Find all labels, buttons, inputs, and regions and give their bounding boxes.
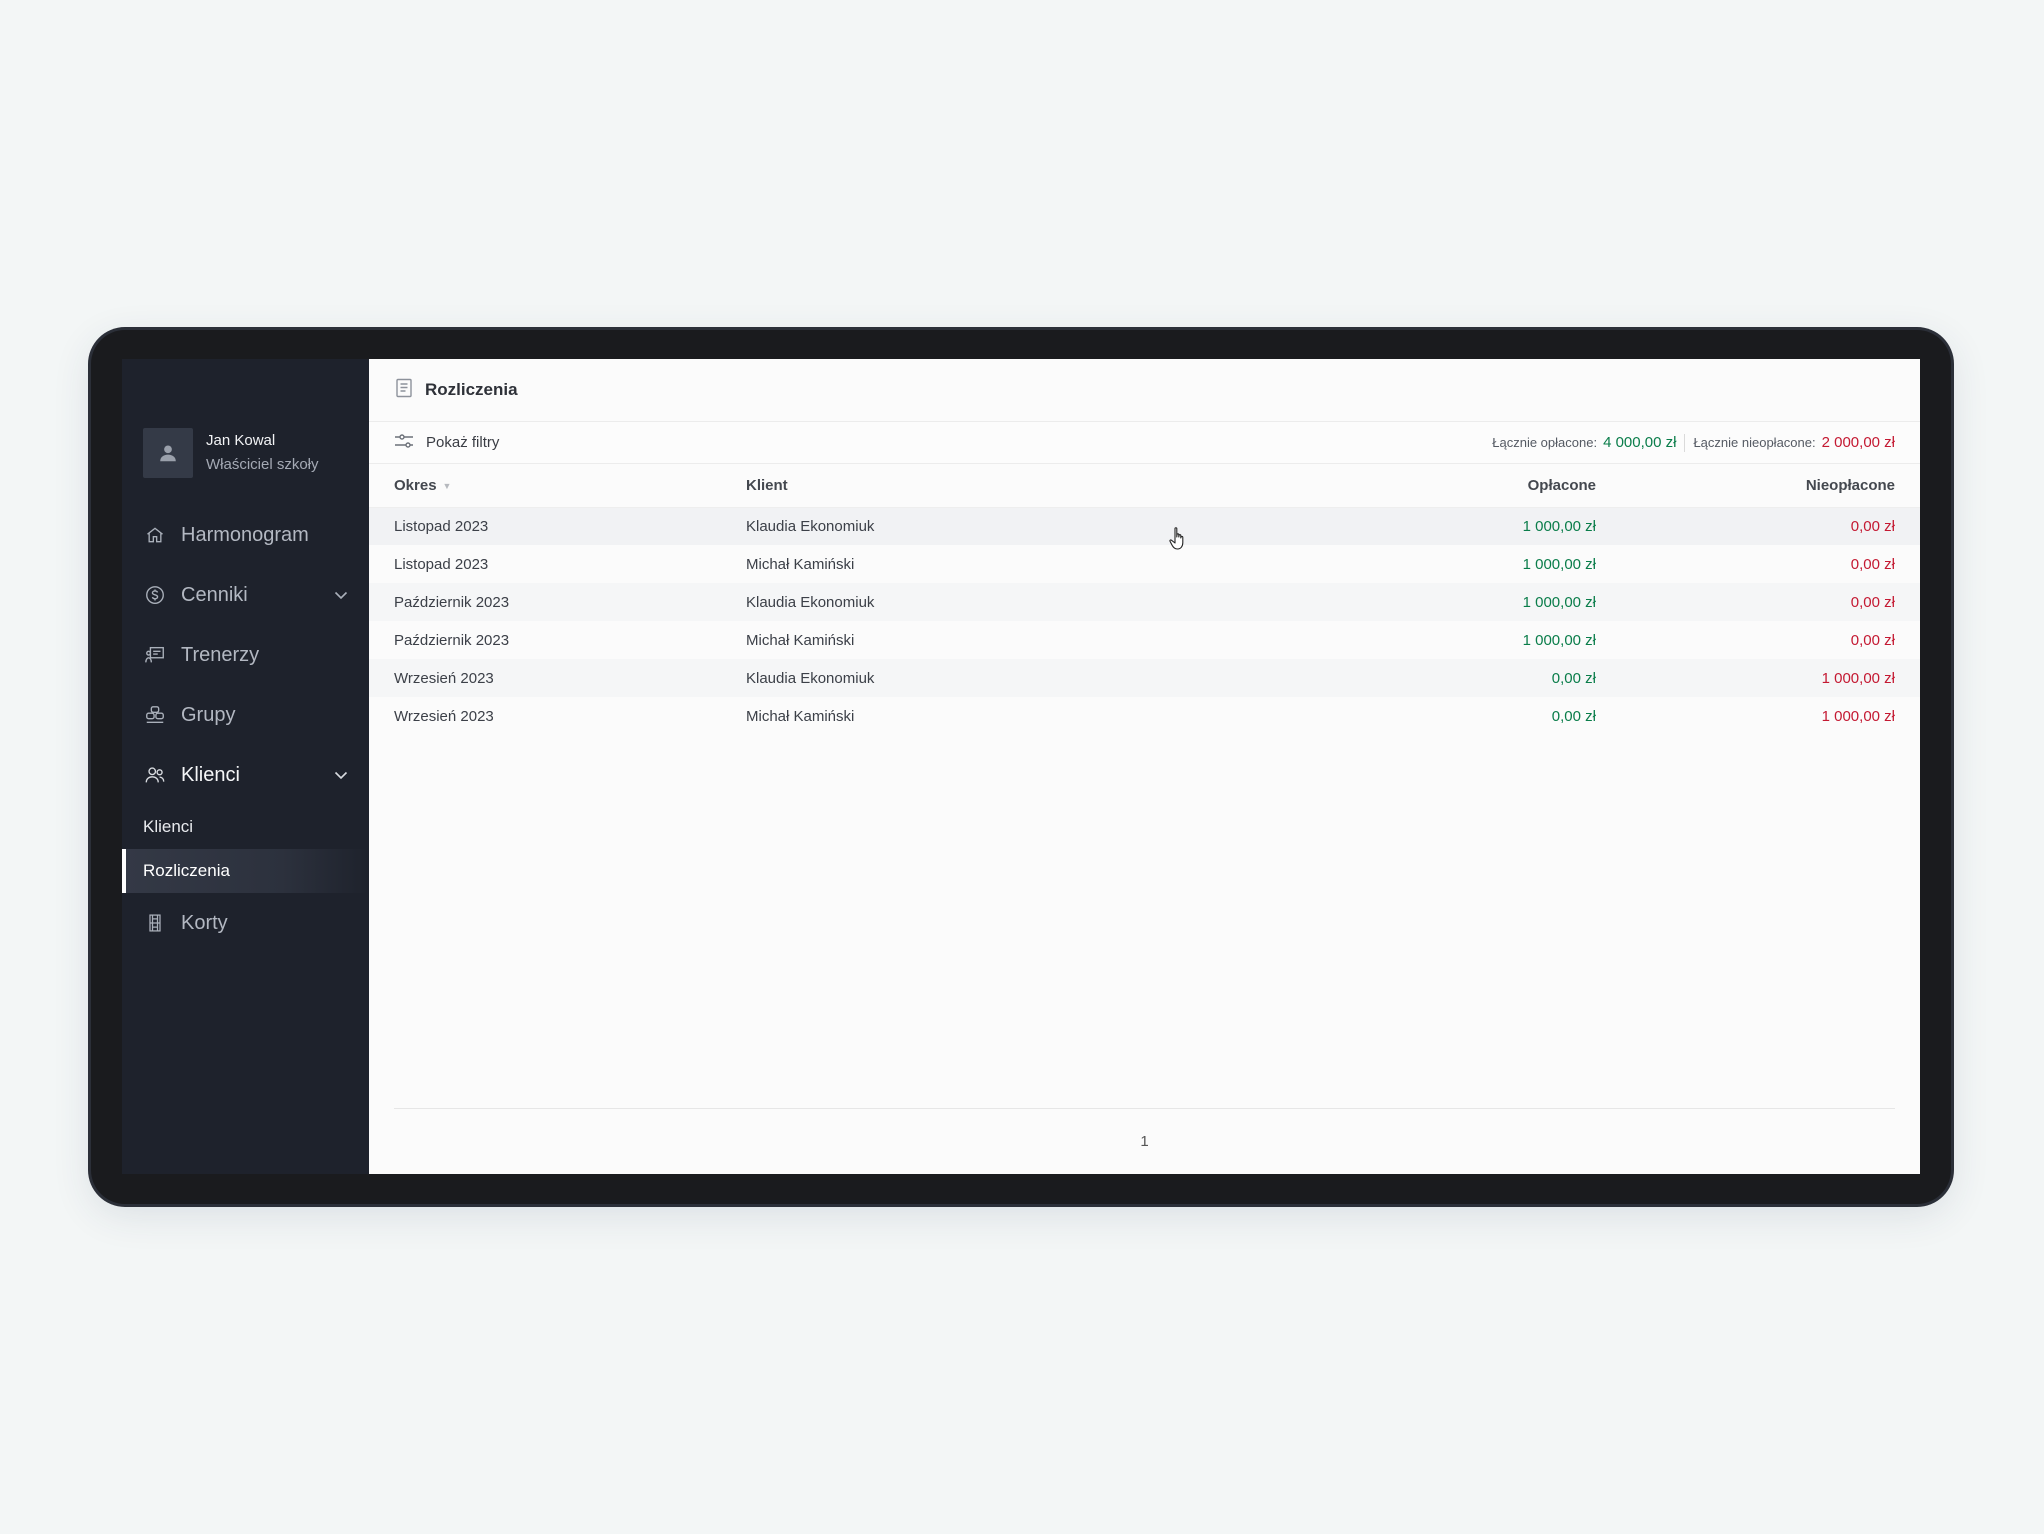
- show-filters-label: Pokaż filtry: [426, 434, 500, 451]
- chevron-down-icon[interactable]: [333, 586, 349, 609]
- cell-unpaid: 1 000,00 zł: [1596, 659, 1920, 697]
- avatar: [143, 428, 193, 478]
- user-profile[interactable]: Jan Kowal Właściciel szkoły: [143, 428, 319, 478]
- user-name: Jan Kowal: [206, 432, 276, 449]
- column-header-okres[interactable]: Okres ▼: [369, 464, 746, 508]
- cell-client: Klaudia Ekonomiuk: [746, 507, 1314, 545]
- cell-unpaid: 0,00 zł: [1596, 507, 1920, 545]
- cell-period: Październik 2023: [369, 621, 746, 659]
- total-unpaid-label: Łącznie nieopłacone:: [1693, 435, 1816, 450]
- cell-period: Październik 2023: [369, 583, 746, 621]
- table-header-row: Okres ▼ Klient Opłacone Nieopłacone: [369, 464, 1920, 508]
- device-frame: Jan Kowal Właściciel szkoły Harmonogram …: [91, 330, 1951, 1204]
- sidebar-item-label: Cenniki: [181, 583, 248, 606]
- cell-paid: 1 000,00 zł: [1314, 545, 1596, 583]
- sidebar-item-trenerzy[interactable]: Trenerzy: [122, 625, 369, 685]
- court-icon: [143, 911, 167, 935]
- cell-paid: 0,00 zł: [1314, 659, 1596, 697]
- pagination: 1: [394, 1108, 1895, 1174]
- column-header-nieoplacone[interactable]: Nieopłacone: [1596, 464, 1920, 508]
- hand-cursor-icon: [1169, 527, 1184, 550]
- sidebar-item-label: Harmonogram: [181, 523, 309, 546]
- sidebar-subitem-label: Rozliczenia: [143, 861, 230, 880]
- sliders-icon: [394, 433, 414, 453]
- sidebar-item-label: Grupy: [181, 703, 236, 726]
- sidebar-subitem-klienci[interactable]: Klienci: [122, 805, 369, 849]
- divider: [1684, 433, 1686, 452]
- cell-unpaid: 1 000,00 zł: [1596, 697, 1920, 735]
- sort-down-icon[interactable]: ▼: [443, 481, 452, 491]
- main-content: Rozliczenia Pokaż filtry Łącznie opłacon…: [369, 359, 1920, 1174]
- cell-client: Klaudia Ekonomiuk: [746, 659, 1314, 697]
- column-header-klient[interactable]: Klient: [746, 464, 1314, 508]
- cell-client: Michał Kamiński: [746, 621, 1314, 659]
- sidebar: Jan Kowal Właściciel szkoły Harmonogram …: [122, 359, 369, 1174]
- cell-unpaid: 0,00 zł: [1596, 583, 1920, 621]
- table-row[interactable]: Wrzesień 2023 Michał Kamiński 0,00 zł 1 …: [369, 697, 1920, 735]
- home-icon: [143, 523, 167, 547]
- table-row[interactable]: Wrzesień 2023 Klaudia Ekonomiuk 0,00 zł …: [369, 659, 1920, 697]
- table-row[interactable]: Listopad 2023 Klaudia Ekonomiuk 1 000,00…: [369, 507, 1920, 545]
- cell-period: Wrzesień 2023: [369, 659, 746, 697]
- table-row[interactable]: Październik 2023 Klaudia Ekonomiuk 1 000…: [369, 583, 1920, 621]
- cell-unpaid: 0,00 zł: [1596, 621, 1920, 659]
- cell-paid: 1 000,00 zł: [1314, 621, 1596, 659]
- cell-period: Listopad 2023: [369, 545, 746, 583]
- group-icon: [143, 703, 167, 727]
- toolbar: Pokaż filtry Łącznie opłacone: 4 000,00 …: [369, 422, 1920, 464]
- sidebar-item-klienci[interactable]: Klienci: [122, 745, 369, 805]
- table-row[interactable]: Listopad 2023 Michał Kamiński 1 000,00 z…: [369, 545, 1920, 583]
- sidebar-item-korty[interactable]: Korty: [122, 893, 369, 953]
- cell-client: Michał Kamiński: [746, 545, 1314, 583]
- cell-paid: 0,00 zł: [1314, 697, 1596, 735]
- sidebar-item-harmonogram[interactable]: Harmonogram: [122, 505, 369, 565]
- page-title: Rozliczenia: [425, 380, 518, 399]
- show-filters-button[interactable]: Pokaż filtry: [394, 433, 499, 453]
- column-header-oplacone[interactable]: Opłacone: [1314, 464, 1596, 508]
- cell-period: Listopad 2023: [369, 507, 746, 545]
- sidebar-nav: Harmonogram Cenniki Trenerzy Grupy Klien…: [122, 505, 369, 953]
- total-paid-label: Łącznie opłacone:: [1492, 435, 1598, 450]
- sidebar-item-label: Trenerzy: [181, 643, 260, 666]
- sidebar-item-label: Klienci: [181, 763, 240, 786]
- table-row[interactable]: Październik 2023 Michał Kamiński 1 000,0…: [369, 621, 1920, 659]
- cell-paid: 1 000,00 zł: [1314, 583, 1596, 621]
- total-unpaid-value: 2 000,00 zł: [1821, 434, 1895, 451]
- chevron-down-icon[interactable]: [333, 766, 349, 789]
- app-screen: Jan Kowal Właściciel szkoły Harmonogram …: [122, 359, 1920, 1174]
- settlements-table: Okres ▼ Klient Opłacone Nieopłacone Listo…: [369, 464, 1920, 735]
- user-role: Właściciel szkoły: [206, 456, 319, 473]
- dollar-circle-icon: [143, 583, 167, 607]
- total-paid-value: 4 000,00 zł: [1603, 434, 1677, 451]
- page-header: Rozliczenia: [369, 359, 1920, 422]
- cell-client: Klaudia Ekonomiuk: [746, 583, 1314, 621]
- document-icon: [395, 378, 413, 403]
- sidebar-item-cenniki[interactable]: Cenniki: [122, 565, 369, 625]
- sidebar-item-label: Korty: [181, 911, 228, 934]
- user-icon: [160, 445, 176, 462]
- totals-summary: Łącznie opłacone: 4 000,00 zł Łącznie ni…: [1492, 433, 1895, 452]
- trainer-board-icon: [143, 643, 167, 667]
- users-icon: [143, 763, 167, 787]
- cell-unpaid: 0,00 zł: [1596, 545, 1920, 583]
- page-number-1[interactable]: 1: [1140, 1133, 1148, 1150]
- cell-client: Michał Kamiński: [746, 697, 1314, 735]
- cell-paid: 1 000,00 zł: [1314, 507, 1596, 545]
- sidebar-item-grupy[interactable]: Grupy: [122, 685, 369, 745]
- cell-period: Wrzesień 2023: [369, 697, 746, 735]
- sidebar-subitem-label: Klienci: [143, 817, 194, 836]
- sidebar-subitem-rozliczenia[interactable]: Rozliczenia: [122, 849, 369, 893]
